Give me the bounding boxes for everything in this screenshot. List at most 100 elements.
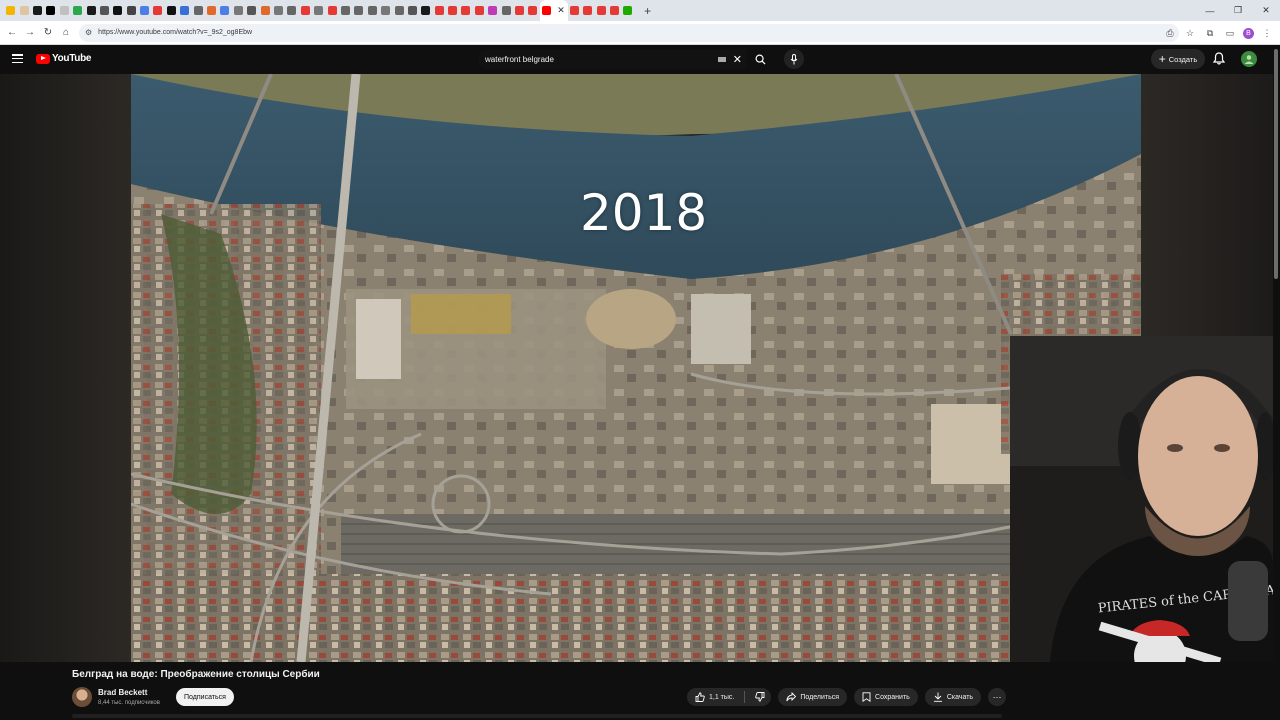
tab-favicon-icon (596, 6, 606, 15)
browser-tab[interactable] (608, 0, 621, 21)
tab-favicon-icon (59, 6, 69, 15)
tab-favicon-icon (354, 6, 364, 15)
tab-favicon-icon (542, 6, 552, 15)
browser-tab[interactable] (459, 0, 472, 21)
create-button[interactable]: + Создать (1151, 49, 1205, 69)
browser-tab[interactable] (352, 0, 365, 21)
bookmark-star-icon[interactable]: ☆ (1183, 28, 1197, 39)
install-app-icon[interactable]: ⎙ (1163, 28, 1177, 39)
voice-search-button[interactable] (784, 49, 804, 69)
browser-tab[interactable] (499, 0, 512, 21)
search-query[interactable]: waterfront belgrade (485, 55, 718, 64)
browser-tab[interactable] (379, 0, 392, 21)
browser-tab[interactable] (366, 0, 379, 21)
reload-icon[interactable]: ↻ (39, 21, 57, 45)
browser-tab[interactable] (299, 0, 312, 21)
browser-tab[interactable] (98, 0, 111, 21)
save-label: Сохранить (875, 693, 910, 701)
browser-tab[interactable] (218, 0, 231, 21)
maximize-icon[interactable]: ❐ (1224, 0, 1252, 21)
browser-tab[interactable] (419, 0, 432, 21)
cast-icon[interactable]: ▭ (1223, 28, 1237, 39)
youtube-logo[interactable]: YouTube (36, 53, 92, 64)
youtube-wordmark: YouTube (52, 53, 92, 64)
tab-favicon-icon (126, 6, 136, 15)
browser-tab[interactable] (513, 0, 526, 21)
browser-tab[interactable] (581, 0, 594, 21)
browser-tab[interactable] (526, 0, 539, 21)
like-button[interactable]: 1,1 тыс. (695, 692, 734, 702)
browser-tab[interactable] (138, 0, 151, 21)
browser-tab[interactable] (621, 0, 634, 21)
tab-favicon-icon (233, 6, 243, 15)
browser-tab[interactable] (58, 0, 71, 21)
address-bar[interactable]: ⚙ https://www.youtube.com/watch?v=_9s2_o… (79, 23, 1179, 42)
browser-tab[interactable] (258, 0, 271, 21)
tab-favicon-icon (327, 6, 337, 15)
more-actions-button[interactable]: ··· (988, 688, 1007, 706)
share-button[interactable]: Поделиться (778, 688, 848, 706)
subscribe-button[interactable]: Подписаться (176, 688, 234, 706)
site-info-icon[interactable]: ⚙ (85, 28, 92, 37)
video-player[interactable]: 2018 PIRATES of the CARIBBEAN (0, 74, 1273, 662)
notifications-button[interactable] (1212, 52, 1226, 70)
channel-name[interactable]: Brad Beckett (98, 688, 147, 697)
video-actions: 1,1 тыс. Поделиться Сохранить Скачать ··… (687, 688, 1007, 706)
browser-tab[interactable] (151, 0, 164, 21)
keyboard-icon[interactable] (717, 56, 726, 62)
profile-avatar[interactable]: B (1243, 27, 1254, 39)
browser-tab[interactable] (4, 0, 17, 21)
menu-icon[interactable] (12, 54, 23, 64)
minimize-icon[interactable]: — (1196, 0, 1224, 21)
account-avatar[interactable] (1241, 51, 1257, 67)
tab-favicon-icon (501, 6, 511, 15)
clear-search-icon[interactable]: ✕ (733, 53, 742, 66)
search-input[interactable]: waterfront belgrade ✕ (478, 49, 746, 69)
scrollbar-thumb[interactable] (1274, 49, 1278, 279)
browser-tab[interactable] (312, 0, 325, 21)
browser-menu-icon[interactable]: ⋮ (1260, 28, 1274, 39)
browser-tab[interactable] (17, 0, 30, 21)
download-button[interactable]: Скачать (924, 688, 982, 706)
browser-tab[interactable] (165, 0, 178, 21)
browser-tab-active[interactable]: ✕ (539, 0, 568, 21)
browser-tab[interactable] (111, 0, 124, 21)
browser-tab[interactable] (406, 0, 419, 21)
browser-tab[interactable] (446, 0, 459, 21)
close-window-icon[interactable]: ✕ (1252, 0, 1280, 21)
browser-tab[interactable] (594, 0, 607, 21)
browser-tab[interactable] (84, 0, 97, 21)
browser-tab[interactable] (433, 0, 446, 21)
page-scrollbar[interactable] (1273, 45, 1280, 720)
browser-tab[interactable] (325, 0, 338, 21)
close-tab-icon[interactable]: ✕ (557, 5, 565, 16)
browser-tab[interactable] (44, 0, 57, 21)
browser-tab[interactable] (31, 0, 44, 21)
new-tab-button[interactable]: + (641, 4, 655, 18)
url-text[interactable]: https://www.youtube.com/watch?v=_9s2_og8… (98, 29, 252, 36)
browser-tab[interactable] (245, 0, 258, 21)
save-button[interactable]: Сохранить (854, 688, 918, 706)
search-button[interactable] (746, 49, 774, 69)
browser-tab[interactable] (71, 0, 84, 21)
browser-tab[interactable] (473, 0, 486, 21)
browser-tab[interactable] (392, 0, 405, 21)
browser-tab[interactable] (568, 0, 581, 21)
browser-tab[interactable] (191, 0, 204, 21)
browser-tab[interactable] (125, 0, 138, 21)
home-icon[interactable]: ⌂ (57, 21, 75, 45)
browser-tab[interactable] (178, 0, 191, 21)
forward-icon[interactable]: → (21, 21, 39, 45)
browser-tab[interactable] (339, 0, 352, 21)
dislike-button[interactable] (755, 692, 765, 702)
extensions-icon[interactable]: ⧉ (1203, 28, 1217, 39)
tab-favicon-icon (99, 6, 109, 15)
browser-tab[interactable] (205, 0, 218, 21)
browser-tab[interactable] (272, 0, 285, 21)
back-icon[interactable]: ← (3, 21, 21, 45)
channel-avatar[interactable] (72, 687, 92, 707)
browser-tab[interactable] (285, 0, 298, 21)
browser-tab[interactable] (486, 0, 499, 21)
browser-tab[interactable] (232, 0, 245, 21)
tab-favicon-icon (609, 6, 619, 15)
